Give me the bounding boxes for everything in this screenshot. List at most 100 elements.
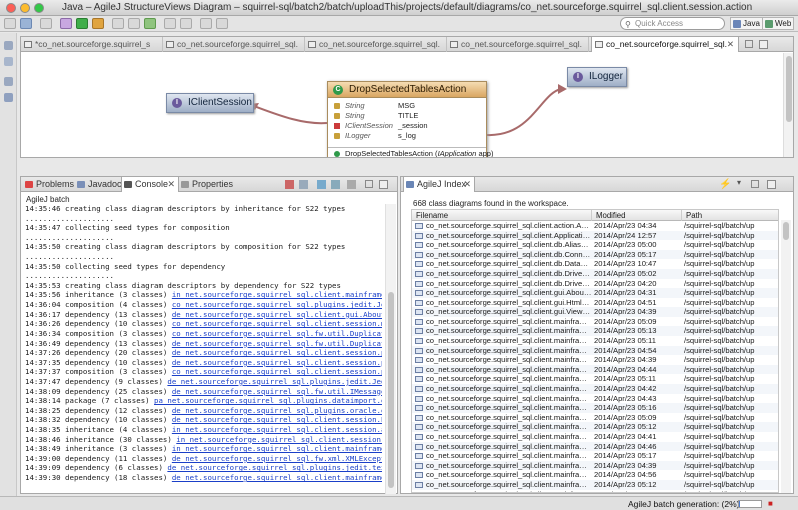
console-line-link[interactable]: de_net.sourceforge.squirrel_sql.plugins.… [172, 406, 382, 415]
refresh-icon[interactable]: ⚡ [719, 179, 731, 190]
console-line-link[interactable]: pa_net.sourceforge.squirrel_sql.plugins.… [154, 396, 382, 405]
minimize-view-icon[interactable] [751, 180, 759, 188]
terminate-icon[interactable] [285, 180, 294, 189]
stop-progress-icon[interactable]: ■ [768, 499, 773, 508]
perspective-java[interactable]: Java [730, 17, 763, 30]
column-modified[interactable]: Modified [592, 210, 682, 221]
table-row[interactable]: co_net.sourceforge.squirrel_sql.client.m… [412, 384, 778, 394]
new-class-icon[interactable] [144, 18, 156, 29]
scrollbar-thumb[interactable] [388, 292, 394, 488]
console-line-link[interactable]: in_net.sourceforge.squirrel_sql.client.s… [176, 435, 382, 444]
table-row[interactable]: co_net.sourceforge.squirrel_sql.client.m… [412, 355, 778, 365]
editor-tab-4[interactable]: co_net.sourceforge.squirrel_sql. [447, 37, 589, 52]
table-row[interactable]: co_net.sourceforge.squirrel_sql.client.m… [412, 374, 778, 384]
search-tool-icon[interactable] [180, 18, 192, 29]
run-icon[interactable] [76, 18, 88, 29]
tab-properties[interactable]: Properties [179, 177, 239, 192]
console-line-link[interactable]: de_net.sourceforge.squirrel_sql.plugins.… [167, 377, 382, 386]
maximize-view-icon[interactable] [759, 40, 768, 49]
console-line-link[interactable]: de_net.sourceforge.squirrel_sql.client.s… [172, 415, 382, 424]
tab-console[interactable]: Console ✕ [121, 176, 179, 192]
table-row[interactable]: co_net.sourceforge.squirrel_sql.client.A… [412, 230, 778, 241]
table-row[interactable]: co_net.sourceforge.squirrel_sql.client.m… [412, 441, 778, 452]
console-line-link[interactable]: co_net.sourceforge.squirrel_sql.client.s… [172, 367, 382, 376]
console-line-link[interactable]: de_net.sourceforge.squirrel_sql.fw.xml.X… [172, 454, 382, 463]
console-line-link[interactable]: in_net.sourceforge.squirrel_sql.client.m… [172, 290, 382, 299]
console-line-link[interactable]: in_net.sourceforge.squirrel_sql.client.s… [172, 425, 382, 434]
table-row[interactable]: co_net.sourceforge.squirrel_sql.client.g… [412, 288, 778, 298]
console-line-link[interactable]: co_net.sourceforge.squirrel_sql.plugins.… [172, 300, 382, 309]
table-row[interactable]: co_net.sourceforge.squirrel_sql.client.m… [412, 413, 778, 423]
editor-tab-2[interactable]: co_net.sourceforge.squirrel_sql. [163, 37, 305, 52]
console-line-link[interactable]: co_net.sourceforge.squirrel_sql.fw.util.… [172, 329, 382, 338]
console-line-link[interactable]: de_net.sourceforge.squirrel_sql.fw.util.… [172, 339, 382, 348]
table-row[interactable]: co_net.sourceforge.squirrel_sql.client.m… [412, 364, 778, 375]
console-line-link[interactable]: de_net.sourceforge.squirrel_sql.client.s… [172, 358, 382, 367]
table-row[interactable]: co_net.sourceforge.squirrel_sql.client.d… [412, 279, 778, 289]
table-row[interactable]: co_net.sourceforge.squirrel_sql.client.m… [412, 336, 778, 346]
table-row[interactable]: co_net.sourceforge.squirrel_sql.client.g… [412, 298, 778, 308]
tab-agilej-index[interactable]: AgileJ Index ✕ [403, 176, 475, 192]
close-tab-icon[interactable]: ✕ [167, 177, 175, 192]
ilogger-interface[interactable]: I ILogger [567, 67, 627, 87]
forward-icon[interactable] [216, 18, 228, 29]
table-row[interactable]: co_net.sourceforge.squirrel_sql.client.d… [412, 259, 778, 269]
minimize-window-icon[interactable] [20, 3, 30, 13]
diagram-canvas[interactable]: I IClientSession I ILogger C DropSelecte… [21, 53, 781, 157]
new-java-project-icon[interactable] [112, 18, 124, 29]
new-icon[interactable] [4, 18, 16, 29]
table-scrollbar[interactable] [781, 220, 791, 493]
table-row[interactable]: co_net.sourceforge.squirrel_sql.client.m… [412, 432, 778, 442]
column-filename[interactable]: Filename [412, 210, 592, 221]
maximize-window-icon[interactable] [34, 3, 44, 13]
column-path[interactable]: Path [682, 210, 778, 221]
tab-javadoc[interactable]: Javadoc [75, 177, 122, 192]
external-tools-icon[interactable] [92, 18, 104, 29]
iclientsession-interface[interactable]: I IClientSession [166, 93, 254, 113]
scrollbar-thumb[interactable] [783, 222, 789, 240]
table-row[interactable]: co_net.sourceforge.squirrel_sql.client.d… [412, 249, 778, 260]
dropselectedtablesaction-class[interactable]: C DropSelectedTablesAction String MSG Str… [327, 81, 493, 157]
editor-scrollbar[interactable] [783, 53, 793, 157]
scrollbar-thumb[interactable] [786, 56, 792, 122]
table-row[interactable]: co_net.sourceforge.squirrel_sql.client.m… [412, 479, 778, 490]
close-window-icon[interactable] [6, 3, 16, 13]
console-line-link[interactable]: in_net.sourceforge.squirrel_sql.client.m… [172, 444, 382, 453]
table-row[interactable]: co_net.sourceforge.squirrel_sql.client.m… [412, 326, 778, 337]
perspective-web[interactable]: Web [762, 17, 795, 30]
table-row[interactable]: co_net.sourceforge.squirrel_sql.client.m… [412, 394, 778, 404]
pin-console-icon[interactable] [331, 180, 340, 189]
table-row[interactable]: co_net.sourceforge.squirrel_sql.client.m… [412, 460, 778, 471]
remove-launch-icon[interactable] [299, 180, 308, 189]
restore-icon[interactable] [4, 41, 13, 50]
restore-icon-2[interactable] [4, 77, 13, 86]
console-line-link[interactable]: de_net.sourceforge.squirrel_sql.client.g… [172, 310, 382, 319]
tab-problems[interactable]: Problems [23, 177, 75, 192]
outline-icon[interactable] [4, 93, 13, 102]
console-line-link[interactable]: de_net.sourceforge.squirrel_sql.client.m… [172, 473, 382, 482]
close-tab-icon[interactable]: ✕ [727, 37, 734, 52]
table-row[interactable]: co_net.sourceforge.squirrel_sql.client.m… [412, 422, 778, 432]
close-tab-icon[interactable]: ✕ [463, 177, 471, 192]
new-package-icon[interactable] [128, 18, 140, 29]
editor-tab-5-active[interactable]: co_net.sourceforge.squirrel_sql. ✕ [591, 36, 739, 52]
console-line-link[interactable]: de_net.sourceforge.squirrel_sql.fw.util.… [172, 387, 382, 396]
table-row[interactable]: co_net.sourceforge.squirrel_sql.client.m… [412, 403, 778, 413]
editor-tab-3[interactable]: co_net.sourceforge.squirrel_sql. [305, 37, 447, 52]
table-row[interactable]: co_net.sourceforge.squirrel_sql.client.m… [412, 317, 778, 327]
console-scrollbar[interactable] [385, 204, 396, 494]
editor-tab-1[interactable]: *co_net.sourceforge.squirrel_s [21, 37, 163, 52]
console-output[interactable]: 14:35:46 creating class diagram descript… [25, 204, 382, 494]
table-row[interactable]: co_net.sourceforge.squirrel_sql.client.d… [412, 240, 778, 250]
console-line-link[interactable]: de_net.sourceforge.squirrel_sql.client.s… [172, 348, 382, 357]
console-line-link[interactable]: co_net.sourceforge.squirrel_sql.client.s… [172, 319, 382, 328]
open-type-icon[interactable] [164, 18, 176, 29]
table-row[interactable]: co_net.sourceforge.squirrel_sql.client.m… [412, 490, 778, 492]
debug-icon[interactable] [60, 18, 72, 29]
table-row[interactable]: co_net.sourceforge.squirrel_sql.client.g… [412, 307, 778, 317]
table-row[interactable]: co_net.sourceforge.squirrel_sql.client.a… [412, 221, 778, 231]
quick-access-field[interactable]: ⚲ Quick Access [620, 17, 725, 30]
console-line-link[interactable]: de_net.sourceforge.squirrel_sql.plugins.… [167, 463, 382, 472]
table-row[interactable]: co_net.sourceforge.squirrel_sql.client.m… [412, 451, 778, 461]
package-explorer-icon[interactable] [4, 57, 13, 66]
